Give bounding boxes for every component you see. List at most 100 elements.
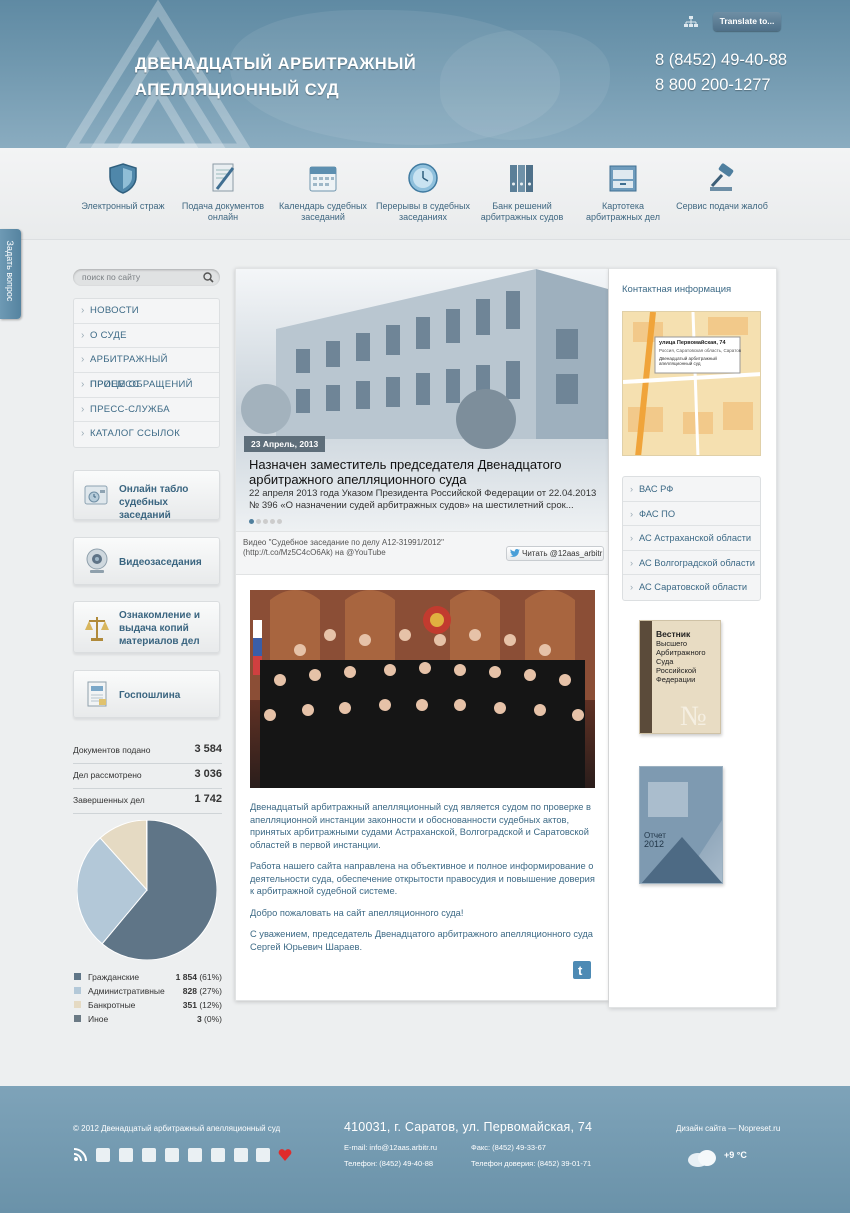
- rss-icon[interactable]: [73, 1148, 87, 1162]
- cloud-weather-icon: [688, 1150, 716, 1167]
- calendar-icon: [309, 166, 337, 192]
- quick-link-label: Сервис подачи жалоб: [676, 201, 768, 211]
- phone-number: 8 (8452) 49-40-88: [655, 51, 788, 69]
- xing-icon[interactable]: [234, 1148, 248, 1162]
- legend-item: Банкротные 351 (12%): [73, 999, 222, 1013]
- quick-link-label: Календарь судебных заседаний: [279, 201, 367, 222]
- footer-trust-phone: Телефон доверия: (8452) 39-01-71: [471, 1159, 592, 1168]
- site-title[interactable]: ДВЕНАДЦАТЫЙ АРБИТРАЖНЫЙ АПЕЛЛЯЦИОННЫЙ СУ…: [135, 51, 416, 103]
- button-label: Онлайн табло: [119, 484, 189, 495]
- stat-value: 1 742: [194, 793, 222, 805]
- livejournal-icon[interactable]: [188, 1148, 202, 1162]
- quick-link-label: Подача документов онлайн: [181, 201, 265, 222]
- link-as-astrakhan[interactable]: АС Астраханской области: [623, 526, 760, 551]
- menu-item-appeals[interactable]: ПРИЕМ ОБРАЩЕНИЙ: [74, 373, 219, 398]
- main-menu: НОВОСТИ О СУДЕ АРБИТРАЖНЫЙ ПРОЦЕСС ПРИЕМ…: [73, 298, 220, 449]
- youtube-icon[interactable]: [165, 1148, 179, 1162]
- quick-link-decisions-bank[interactable]: Банк решений арбитражных судов: [474, 162, 570, 223]
- legend-label: Гражданские: [88, 972, 140, 982]
- webcam-icon: [86, 548, 108, 573]
- state-fee-button[interactable]: Госпошлина: [73, 670, 220, 718]
- clock-icon: [408, 163, 438, 193]
- twitter-icon[interactable]: [96, 1148, 110, 1162]
- legend-percent: (12%): [196, 1000, 222, 1010]
- quick-link-breaks[interactable]: Перерывы в судебных заседаниях: [375, 162, 471, 223]
- location-map[interactable]: улица Первомайская, 74 Россия, Саратовск…: [622, 311, 761, 456]
- sitemap-icon[interactable]: [684, 16, 698, 28]
- legend-count: 828: [182, 986, 197, 996]
- header-phones: 8 (8452) 49-40-88 8 800 200-1277: [655, 48, 787, 98]
- stat-label: Документов подано: [73, 745, 151, 755]
- court-links: ВАС РФ ФАС ПО АС Астраханской области АС…: [622, 476, 761, 601]
- legend-label: Банкротные: [88, 1000, 136, 1010]
- slider-dot[interactable]: [249, 519, 254, 524]
- news-headline[interactable]: Назначен заместитель председателя Двенад…: [249, 457, 594, 487]
- copyright: © 2012 Двенадцатый арбитражный апелляцио…: [73, 1124, 281, 1133]
- online-board-button[interactable]: Онлайн табло судебных заседаний: [73, 470, 220, 521]
- slider-dot[interactable]: [270, 519, 275, 524]
- menu-item-links-catalog[interactable]: КАТАЛОГ ССЫЛОК: [74, 422, 219, 447]
- slider-dot[interactable]: [263, 519, 268, 524]
- search-input[interactable]: поиск по сайту: [73, 269, 220, 286]
- quick-link-submit-documents[interactable]: Подача документов онлайн: [175, 162, 271, 223]
- phone-number: 8 800 200-1277: [655, 76, 771, 94]
- quick-link-complaints[interactable]: Сервис подачи жалоб: [674, 162, 770, 212]
- annual-report-cover[interactable]: Отчет 2012: [639, 766, 723, 884]
- receipt-icon: [87, 681, 107, 707]
- liveinternet-icon[interactable]: [211, 1148, 225, 1162]
- legend-swatch: [74, 987, 81, 994]
- legend-percent: (61%): [196, 972, 222, 982]
- tweet-text[interactable]: Видео "Судебное заседание по делу А12-31…: [243, 538, 483, 558]
- case-materials-button[interactable]: Ознакомление и выдача копий материалов д…: [73, 601, 220, 653]
- quick-link-case-files[interactable]: Картотека арбитражных дел: [575, 162, 671, 223]
- menu-item-news[interactable]: НОВОСТИ: [74, 299, 219, 324]
- menu-item-about[interactable]: О СУДЕ: [74, 324, 219, 349]
- binders-icon: [510, 165, 533, 192]
- stat-value: 3 036: [194, 768, 222, 780]
- shield-icon: [109, 163, 137, 194]
- quick-link-electronic-guard[interactable]: Электронный страж: [75, 162, 171, 212]
- link-vas-rf[interactable]: ВАС РФ: [623, 477, 760, 502]
- twitter-share-icon[interactable]: t: [573, 961, 591, 979]
- right-sidebar: Контактная информация улица Первомайская…: [609, 268, 777, 1008]
- legend-swatch: [74, 973, 81, 980]
- region-map-decoration: [440, 30, 610, 140]
- slider-pagination: [249, 515, 284, 527]
- vkontakte-icon[interactable]: [142, 1148, 156, 1162]
- journal-number-sign: №: [680, 701, 707, 732]
- footer-fax: Факс: (8452) 49-33-67: [471, 1143, 546, 1152]
- quick-link-calendar[interactable]: Календарь судебных заседаний: [275, 162, 371, 223]
- link-fas-po[interactable]: ФАС ПО: [623, 502, 760, 527]
- quick-link-label: Картотека арбитражных дел: [586, 201, 660, 222]
- scales-icon: [85, 617, 109, 641]
- video-sessions-button[interactable]: Видеозаседания: [73, 537, 220, 585]
- skype-icon[interactable]: [256, 1148, 270, 1162]
- card-index-icon: [609, 165, 637, 192]
- search-icon[interactable]: [203, 272, 214, 283]
- twitter-follow-button[interactable]: Читать @12aas_arbitr: [506, 546, 604, 561]
- footer: © 2012 Двенадцатый арбитражный апелляцио…: [0, 1086, 850, 1213]
- slider-dot[interactable]: [256, 519, 261, 524]
- board-icon: [84, 485, 108, 505]
- herald-journal-cover[interactable]: Вестник Высшего Арбитражного Суда Россий…: [639, 620, 721, 734]
- stat-row: Завершенных дел 1 742: [73, 789, 222, 814]
- link-as-volgograd[interactable]: АС Волгоградской области: [623, 551, 760, 576]
- footer-email[interactable]: E-mail: info@12aas.arbitr.ru: [344, 1143, 437, 1152]
- welcome-paragraph: С уважением, председатель Двенадцатого а…: [250, 929, 593, 952]
- stat-value: 3 584: [194, 743, 222, 755]
- button-label: судебных заседаний: [119, 497, 171, 521]
- slider-dot[interactable]: [277, 519, 282, 524]
- link-as-saratov[interactable]: АС Саратовской области: [623, 575, 760, 600]
- facebook-icon[interactable]: [119, 1148, 133, 1162]
- legend-percent: (0%): [201, 1014, 222, 1024]
- menu-item-process[interactable]: АРБИТРАЖНЫЙ ПРОЦЕСС: [74, 348, 219, 390]
- header: ДВЕНАДЦАТЫЙ АРБИТРАЖНЫЙ АПЕЛЛЯЦИОННЫЙ СУ…: [0, 0, 850, 148]
- news-slider[interactable]: 23 Апрель, 2013 Назначен заместитель пре…: [236, 269, 608, 531]
- menu-item-press[interactable]: ПРЕСС-СЛУЖБА: [74, 398, 219, 423]
- designer-credit[interactable]: Дизайн сайта — Nopreset.ru: [676, 1124, 780, 1133]
- translate-button[interactable]: Translate to...: [713, 12, 781, 31]
- pie-legend: Гражданские 1 854 (61%) Административные 82…: [73, 971, 222, 1027]
- stat-row: Документов подано 3 584: [73, 739, 222, 764]
- ask-question-tab[interactable]: Задать вопрос: [0, 229, 21, 319]
- heart-icon[interactable]: [278, 1148, 292, 1162]
